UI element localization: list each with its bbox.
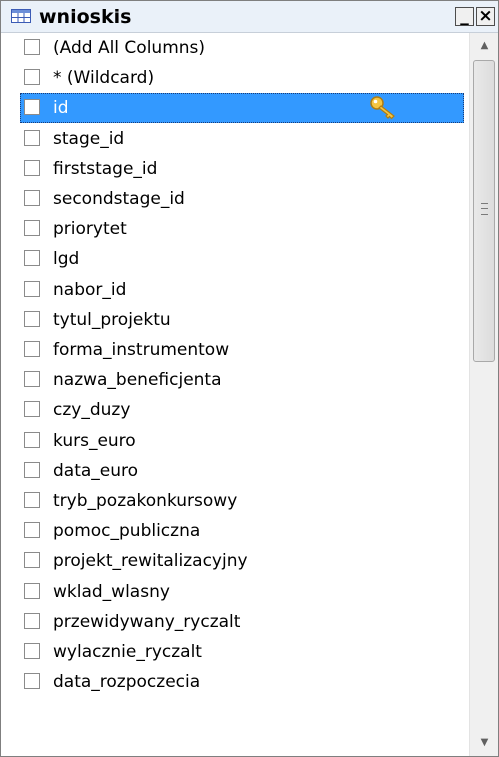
column-label: id <box>53 98 69 118</box>
column-row[interactable]: forma_instrumentow <box>1 335 468 365</box>
column-label: nazwa_beneficjenta <box>53 370 222 390</box>
column-checkbox[interactable] <box>24 99 40 115</box>
column-checkbox[interactable] <box>24 39 40 55</box>
close-button[interactable]: × <box>476 7 495 26</box>
column-row[interactable]: wylacznie_ryczalt <box>1 637 468 667</box>
column-label: lgd <box>53 249 80 269</box>
scroll-up-arrow-icon[interactable]: ▲ <box>470 35 498 57</box>
column-row[interactable]: stage_id <box>1 124 468 154</box>
table-icon <box>11 9 31 23</box>
column-checkbox[interactable] <box>24 311 40 327</box>
column-row[interactable]: tytul_projektu <box>1 305 468 335</box>
column-checkbox[interactable] <box>24 281 40 297</box>
column-row[interactable]: pomoc_publiczna <box>1 516 468 546</box>
column-label: tryb_pozakonkursowy <box>53 491 238 511</box>
column-checkbox[interactable] <box>24 341 40 357</box>
table-window: wnioskis _ × (Add All Columns) * (Wildcar… <box>0 0 499 757</box>
column-row[interactable]: data_euro <box>1 456 468 486</box>
column-checkbox[interactable] <box>24 69 40 85</box>
window-title: wnioskis <box>39 6 132 28</box>
column-row[interactable]: id <box>1 93 468 123</box>
column-label: data_euro <box>53 461 139 481</box>
column-row[interactable]: wklad_wlasny <box>1 577 468 607</box>
column-row[interactable]: firststage_id <box>1 154 468 184</box>
column-label: wylacznie_ryczalt <box>53 642 202 662</box>
column-row[interactable]: nazwa_beneficjenta <box>1 365 468 395</box>
column-label: secondstage_id <box>53 189 185 209</box>
title-bar[interactable]: wnioskis _ × <box>1 1 498 33</box>
column-label: priorytet <box>53 219 127 239</box>
column-list: (Add All Columns) * (Wildcard) id stage_idf… <box>1 33 468 756</box>
column-row[interactable]: przewidywany_ryczalt <box>1 607 468 637</box>
key-icon <box>370 96 395 120</box>
column-checkbox[interactable] <box>24 250 40 266</box>
column-row[interactable]: priorytet <box>1 214 468 244</box>
column-row[interactable]: czy_duzy <box>1 395 468 425</box>
column-row[interactable]: nabor_id <box>1 275 468 305</box>
column-label: przewidywany_ryczalt <box>53 612 241 632</box>
column-checkbox[interactable] <box>24 492 40 508</box>
column-checkbox[interactable] <box>24 462 40 478</box>
column-checkbox[interactable] <box>24 220 40 236</box>
column-checkbox[interactable] <box>24 401 40 417</box>
column-label: tytul_projektu <box>53 310 171 330</box>
column-label: pomoc_publiczna <box>53 521 201 541</box>
column-label: nabor_id <box>53 280 127 300</box>
column-label: wklad_wlasny <box>53 582 170 602</box>
column-row[interactable]: secondstage_id <box>1 184 468 214</box>
column-label: czy_duzy <box>53 400 131 420</box>
column-row[interactable]: (Add All Columns) <box>1 33 468 63</box>
column-label: projekt_rewitalizacyjny <box>53 551 248 571</box>
column-row[interactable]: * (Wildcard) <box>1 63 468 93</box>
column-checkbox[interactable] <box>24 522 40 538</box>
vertical-scrollbar[interactable]: ▲ ▼ <box>469 33 498 756</box>
column-label: firststage_id <box>53 159 158 179</box>
column-checkbox[interactable] <box>24 190 40 206</box>
column-checkbox[interactable] <box>24 643 40 659</box>
scroll-down-arrow-icon[interactable]: ▼ <box>470 732 498 754</box>
column-label: (Add All Columns) <box>53 38 206 58</box>
column-checkbox[interactable] <box>24 673 40 689</box>
column-label: stage_id <box>53 129 125 149</box>
column-row[interactable]: lgd <box>1 244 468 274</box>
column-row[interactable]: kurs_euro <box>1 426 468 456</box>
column-label: data_rozpoczecia <box>53 672 201 692</box>
column-checkbox[interactable] <box>24 552 40 568</box>
column-checkbox[interactable] <box>24 130 40 146</box>
column-label: * (Wildcard) <box>53 68 155 88</box>
column-row[interactable]: projekt_rewitalizacyjny <box>1 546 468 576</box>
column-label: forma_instrumentow <box>53 340 230 360</box>
column-checkbox[interactable] <box>24 160 40 176</box>
column-row[interactable]: data_rozpoczecia <box>1 667 468 697</box>
grip-icon <box>481 203 488 215</box>
column-checkbox[interactable] <box>24 371 40 387</box>
scrollbar-thumb[interactable] <box>473 60 495 362</box>
minimize-button[interactable]: _ <box>455 7 474 26</box>
column-label: kurs_euro <box>53 431 136 451</box>
column-row[interactable]: tryb_pozakonkursowy <box>1 486 468 516</box>
column-checkbox[interactable] <box>24 583 40 599</box>
column-checkbox[interactable] <box>24 432 40 448</box>
column-checkbox[interactable] <box>24 613 40 629</box>
